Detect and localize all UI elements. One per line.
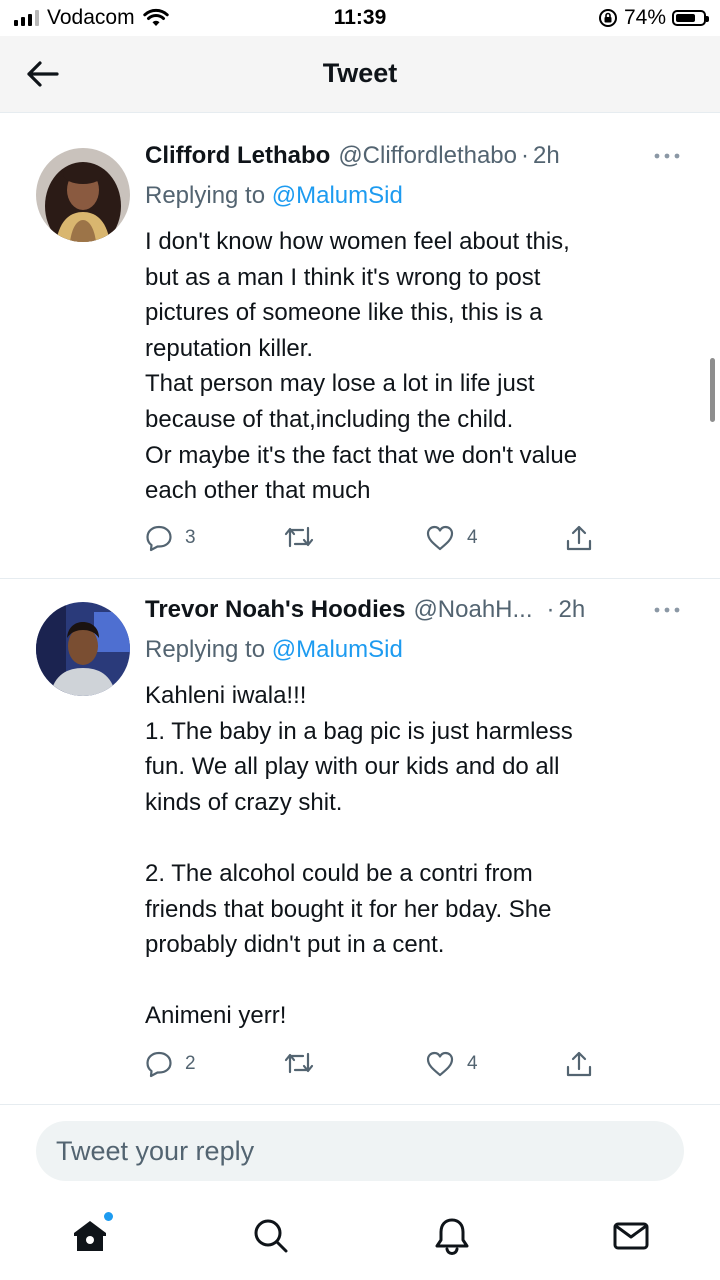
reply-count: 3 — [185, 527, 196, 548]
messages-icon — [613, 1222, 649, 1250]
home-icon — [74, 1221, 106, 1251]
tab-search[interactable] — [249, 1214, 293, 1258]
nav-header: Tweet — [0, 36, 720, 113]
like-button[interactable]: 4 — [425, 1050, 478, 1078]
replying-to: Replying to @MalumSid — [145, 636, 690, 672]
heart-icon — [426, 1051, 454, 1077]
arrow-left-icon — [27, 61, 59, 87]
reply-input[interactable] — [36, 1121, 684, 1181]
retweet-icon — [284, 526, 314, 548]
tweet-text: I don't know how women feel about this, … — [145, 228, 578, 505]
status-bar: Vodacom 11:39 74% — [0, 0, 720, 36]
tweet-text: Kahleni iwala!!! 1. The baby in a bag pi… — [145, 682, 573, 1030]
like-count: 4 — [467, 1053, 478, 1074]
reply-count: 2 — [185, 1053, 196, 1074]
share-icon — [566, 1051, 592, 1077]
more-options-icon[interactable] — [650, 600, 684, 620]
retweet-icon — [284, 1052, 314, 1074]
reply-button[interactable]: 2 — [145, 1050, 196, 1078]
tweet[interactable]: Trevor Noah's Hoodies @NoahH... · 2h Rep… — [0, 580, 720, 1105]
battery-fill — [676, 14, 695, 22]
status-right: 74% — [598, 6, 709, 30]
avatar[interactable] — [36, 148, 130, 242]
replying-to: Replying to @MalumSid — [145, 182, 690, 218]
tab-home[interactable] — [68, 1212, 113, 1258]
replying-prefix: Replying to — [145, 636, 272, 663]
scrollbar[interactable] — [710, 358, 715, 422]
avatar-image — [36, 148, 130, 242]
share-button[interactable] — [565, 524, 593, 552]
like-count: 4 — [467, 527, 478, 548]
timestamp[interactable]: 2h — [533, 142, 560, 170]
author-name[interactable]: Trevor Noah's Hoodies — [145, 596, 405, 624]
separator: · — [546, 596, 555, 623]
tab-notifications[interactable] — [430, 1214, 474, 1258]
reply-bar — [0, 1104, 720, 1205]
more-options-icon[interactable] — [650, 146, 684, 166]
notifications-icon — [435, 1218, 469, 1256]
author-handle[interactable]: @Cliffordlethabo — [338, 142, 517, 170]
like-button[interactable]: 4 — [425, 524, 478, 552]
tab-bar — [0, 1200, 720, 1280]
tweet-body: Clifford Lethabo @Cliffordlethabo · 2h R… — [145, 142, 690, 509]
tweet-actions: 3 4 — [145, 524, 615, 558]
reply-icon — [146, 525, 172, 552]
reply-button[interactable]: 3 — [145, 524, 196, 552]
mention-link[interactable]: @MalumSid — [272, 182, 403, 209]
back-button[interactable] — [22, 54, 62, 94]
tweet-header: Clifford Lethabo @Cliffordlethabo · 2h — [145, 142, 690, 178]
avatar-image — [36, 602, 130, 696]
avatar[interactable] — [36, 602, 130, 696]
tweet-actions: 2 4 — [145, 1050, 615, 1084]
replying-prefix: Replying to — [145, 182, 272, 209]
mention-link[interactable]: @MalumSid — [272, 636, 403, 663]
tweet[interactable]: Clifford Lethabo @Cliffordlethabo · 2h R… — [0, 126, 720, 579]
retweet-button[interactable] — [283, 1050, 327, 1076]
share-icon — [566, 525, 592, 551]
battery-icon — [672, 10, 709, 26]
heart-icon — [426, 525, 454, 551]
separator: · — [521, 142, 529, 169]
tweet-header: Trevor Noah's Hoodies @NoahH... · 2h — [145, 596, 690, 632]
page-title: Tweet — [322, 58, 398, 88]
author-handle[interactable]: @NoahH... — [413, 596, 532, 624]
share-button[interactable] — [565, 1050, 593, 1078]
author-name[interactable]: Clifford Lethabo — [145, 142, 330, 170]
retweet-button[interactable] — [283, 524, 327, 550]
notification-dot — [104, 1212, 113, 1221]
tab-messages[interactable] — [609, 1214, 653, 1258]
timestamp[interactable]: 2h — [559, 596, 586, 624]
battery-percent: 74% — [623, 6, 666, 29]
reply-icon — [146, 1051, 172, 1078]
search-icon — [254, 1219, 288, 1253]
tweet-body: Trevor Noah's Hoodies @NoahH... · 2h Rep… — [145, 596, 690, 1034]
orientation-lock-icon — [598, 9, 617, 27]
